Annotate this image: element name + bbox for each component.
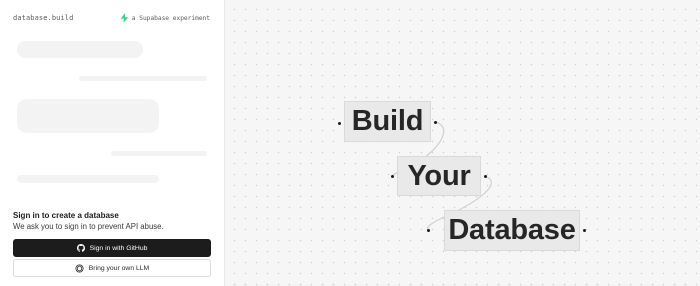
app-title: database.build [13, 14, 74, 22]
supabase-experiment-link[interactable]: a Supabase experiment [120, 13, 210, 23]
connection-handle[interactable] [391, 175, 394, 178]
sign-in-with-github-button[interactable]: Sign in with GitHub [13, 239, 211, 257]
top-bar: database.build a Supabase experiment [0, 0, 224, 36]
skeleton-placeholder [79, 76, 207, 81]
schema-canvas[interactable]: Build Your Database [225, 0, 700, 286]
github-icon [76, 244, 85, 252]
sidebar: database.build a Supabase experiment Sig… [0, 0, 225, 286]
bring-your-own-llm-button[interactable]: Bring your own LLM [13, 259, 211, 277]
word-node-your[interactable]: Your [397, 156, 481, 196]
word-node-build[interactable]: Build [344, 101, 431, 142]
connection-handle[interactable] [338, 122, 341, 125]
connection-handle[interactable] [583, 229, 586, 232]
skeleton-placeholder [17, 175, 159, 183]
connection-handle[interactable] [484, 175, 487, 178]
connection-handle[interactable] [434, 121, 437, 124]
connection-handle[interactable] [427, 229, 430, 232]
experiment-label: a Supabase experiment [131, 14, 210, 22]
openai-icon [75, 263, 84, 273]
signin-title: Sign in to create a database [13, 211, 119, 220]
llm-button-label: Bring your own LLM [88, 264, 150, 272]
skeleton-placeholder [17, 99, 159, 133]
skeleton-placeholder [17, 41, 143, 58]
signin-subtitle: We ask you to sign in to prevent API abu… [13, 222, 164, 231]
github-button-label: Sign in with GitHub [89, 244, 148, 252]
skeleton-placeholder [111, 151, 207, 156]
lightning-bolt-icon [120, 13, 128, 23]
word-node-database[interactable]: Database [444, 210, 580, 251]
